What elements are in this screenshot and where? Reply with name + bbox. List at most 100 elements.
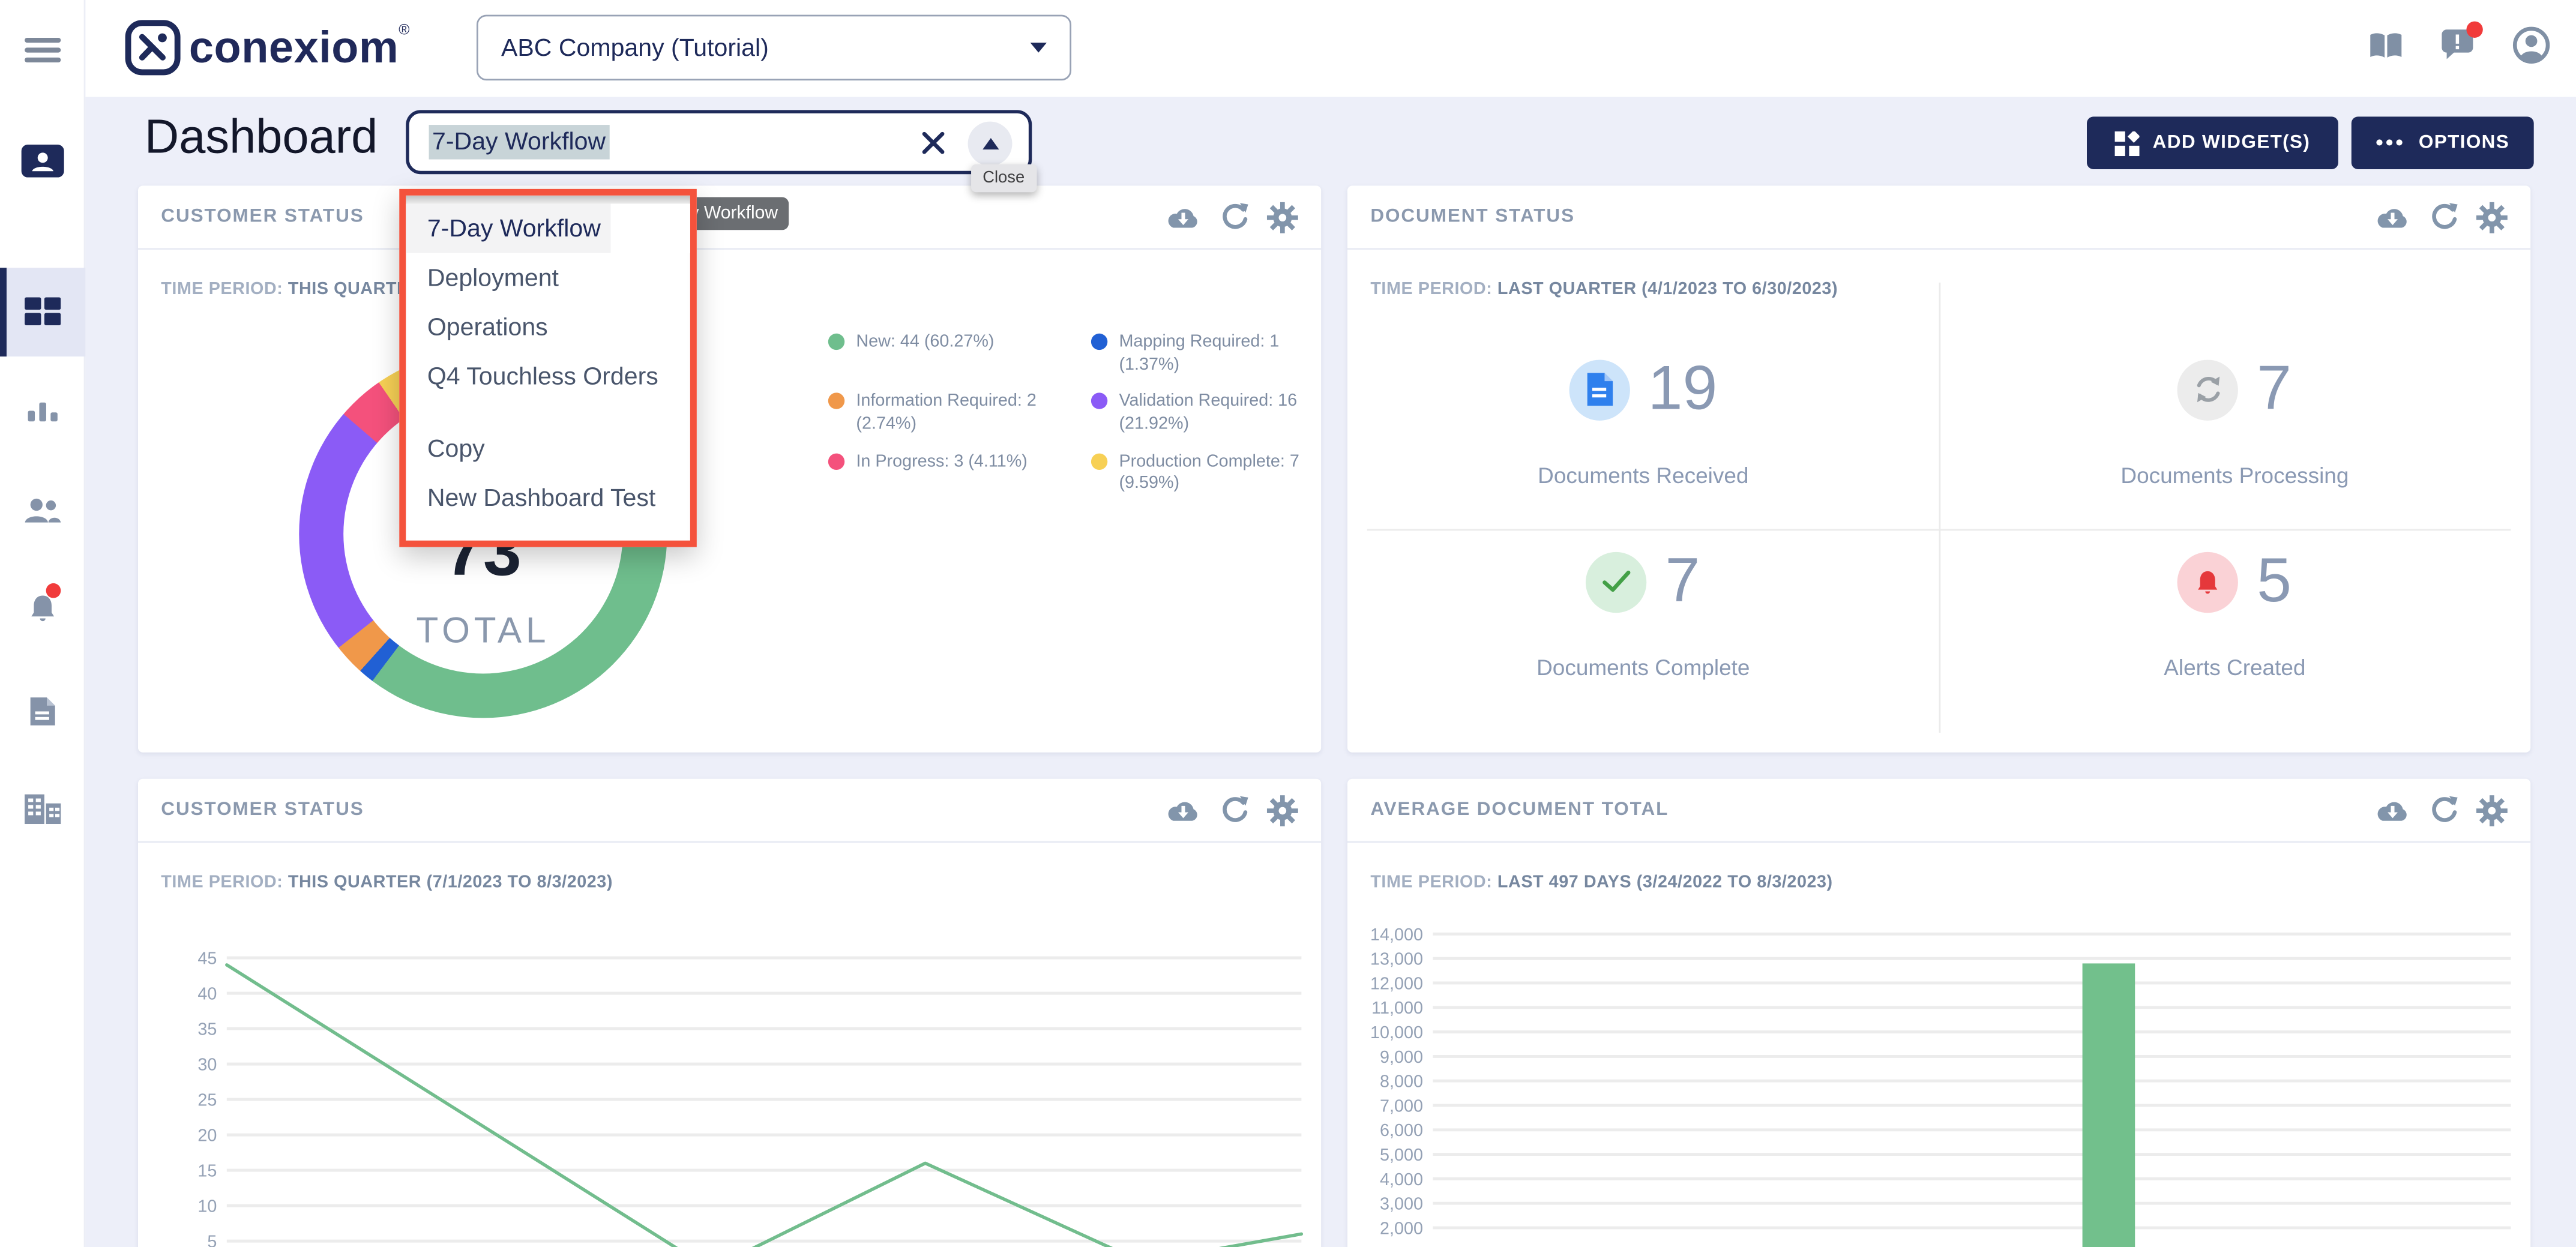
dashboard-icon: [25, 298, 61, 326]
menu-icon[interactable]: [25, 38, 61, 64]
clear-button[interactable]: [920, 130, 946, 164]
svg-text:11,000: 11,000: [1371, 999, 1423, 1018]
legend-dot: [1091, 393, 1107, 409]
chevron-up-icon: [982, 138, 998, 149]
widget-average-document-total: AVERAGE DOCUMENT TOTAL TIME PERIOD: LAST…: [1347, 779, 2530, 1247]
legend-dot: [828, 452, 844, 469]
conexiom-mark-icon: [125, 20, 181, 76]
building-icon: [23, 792, 62, 825]
close-icon: [920, 130, 946, 156]
bar-chart: 14,00013,00012,00011,00010,0009,0008,000…: [1347, 910, 2530, 1247]
legend-item: In Progress: 3 (4.11%): [828, 451, 1071, 496]
widget-customer-status-donut: CUSTOMER STATUS TIME PERIOD: THIS QUARTE…: [138, 185, 1321, 753]
menu-item[interactable]: Copy: [406, 424, 690, 473]
users-icon: [23, 498, 62, 524]
sidebar-item-dashboard[interactable]: [0, 298, 85, 326]
refresh-icon[interactable]: [1219, 795, 1248, 825]
company-selector-value: ABC Company (Tutorial): [501, 34, 769, 62]
check-icon: [1602, 570, 1631, 593]
menu-item[interactable]: 7-Day Workflow: [406, 203, 690, 253]
app-root: conexiom ® ABC Company (Tutorial) Dashbo…: [0, 0, 2576, 1247]
cloud-download-icon[interactable]: [2374, 203, 2410, 230]
brand-logo[interactable]: conexiom ®: [125, 20, 409, 76]
add-widgets-button[interactable]: ADD WIDGET(S): [2087, 116, 2338, 169]
svg-text:8,000: 8,000: [1380, 1072, 1423, 1092]
menu-item[interactable]: Q4 Touchless Orders: [406, 352, 690, 401]
add-widgets-label: ADD WIDGET(S): [2153, 133, 2311, 153]
line-chart: 45403530252015105: [138, 927, 1321, 1247]
ellipsis-icon: •••: [2376, 134, 2406, 151]
document-icon: [26, 697, 59, 726]
svg-text:4,000: 4,000: [1380, 1170, 1423, 1189]
legend-item: Validation Required: 16 (21.92%): [1091, 391, 1301, 436]
cloud-download-icon[interactable]: [1165, 797, 1201, 823]
refresh-icon[interactable]: [1219, 202, 1248, 232]
notification-badge: [46, 583, 61, 598]
widget-title: DOCUMENT STATUS: [1370, 207, 1575, 227]
widgets-icon: [2115, 131, 2140, 155]
sidebar-item-company[interactable]: [0, 792, 85, 825]
refresh-icon[interactable]: [2428, 202, 2458, 232]
close-tooltip: Close: [971, 164, 1036, 193]
feedback-button[interactable]: [2440, 28, 2476, 69]
svg-text:35: 35: [197, 1020, 217, 1039]
stat-documents-processing: 7 Documents Processing: [1939, 250, 2531, 529]
stat-documents-complete: 7 Documents Complete: [1347, 529, 1939, 753]
svg-text:9,000: 9,000: [1380, 1048, 1423, 1067]
stat-documents-received: 19 Documents Received: [1347, 250, 1939, 529]
gear-icon[interactable]: [1267, 795, 1298, 826]
options-button[interactable]: ••• OPTIONS: [2352, 116, 2534, 169]
svg-text:12,000: 12,000: [1370, 974, 1423, 993]
refresh-icon[interactable]: [2428, 795, 2458, 825]
time-period: TIME PERIOD: LAST 497 DAYS (3/24/2022 TO…: [1370, 873, 1832, 892]
sidebar-item-contacts[interactable]: [0, 145, 85, 178]
svg-text:20: 20: [197, 1126, 217, 1146]
menu-item[interactable]: New Dashboard Test: [406, 473, 690, 522]
gear-icon[interactable]: [2476, 201, 2508, 232]
legend-item: New: 44 (60.27%): [828, 332, 1071, 377]
svg-text:10: 10: [197, 1197, 217, 1216]
blue-document-icon: [1586, 373, 1614, 406]
svg-text:25: 25: [197, 1091, 217, 1110]
divider: [1367, 529, 2511, 531]
dashboard-selector-value: 7-Day Workflow: [429, 125, 609, 159]
legend-dot: [828, 334, 844, 350]
sidebar-item-analytics[interactable]: [0, 396, 85, 422]
menu-item[interactable]: Operations: [406, 302, 690, 352]
widget-title: CUSTOMER STATUS: [161, 800, 364, 820]
cloud-download-icon[interactable]: [2374, 797, 2410, 823]
donut-legend: New: 44 (60.27%) Mapping Required: 1 (1.…: [828, 332, 1301, 496]
donut-total-label: TOTAL: [343, 610, 622, 652]
sync-icon: [2192, 373, 2225, 406]
alert-bell-icon: [2194, 566, 2222, 597]
company-selector[interactable]: ABC Company (Tutorial): [477, 15, 1071, 81]
dashboard-selector-input[interactable]: 7-Day Workflow: [406, 110, 1032, 174]
svg-text:45: 45: [197, 949, 217, 969]
legend-item: Information Required: 2 (2.74%): [828, 391, 1071, 436]
sidebar-item-documents[interactable]: [0, 697, 85, 726]
svg-text:5,000: 5,000: [1380, 1146, 1423, 1165]
documentation-button[interactable]: [2368, 31, 2404, 67]
menu-item[interactable]: Deployment: [406, 253, 690, 302]
svg-text:40: 40: [197, 985, 217, 1004]
widget-title: AVERAGE DOCUMENT TOTAL: [1370, 800, 1669, 820]
svg-text:14,000: 14,000: [1370, 925, 1423, 945]
time-period: TIME PERIOD: THIS QUARTER (7/1/2023 TO 8…: [161, 873, 613, 892]
collapse-button[interactable]: [968, 122, 1013, 166]
chevron-down-icon: [1031, 43, 1047, 52]
registered-mark: ®: [399, 22, 409, 38]
book-icon: [2368, 31, 2404, 59]
svg-text:6,000: 6,000: [1380, 1121, 1423, 1140]
account-button[interactable]: [2512, 25, 2550, 71]
sidebar-item-customers[interactable]: [0, 498, 85, 524]
cloud-download-icon[interactable]: [1165, 203, 1201, 230]
account-icon: [2512, 25, 2550, 63]
sidebar-item-notifications[interactable]: [0, 593, 85, 622]
legend-dot: [1091, 452, 1107, 469]
dashboard-menu: 7-Day WorkflowDeploymentOperationsQ4 Tou…: [399, 189, 697, 547]
gear-icon[interactable]: [2476, 795, 2508, 826]
svg-text:10,000: 10,000: [1370, 1023, 1423, 1042]
gear-icon[interactable]: [1267, 201, 1298, 232]
divider: [1939, 283, 1941, 733]
svg-text:5: 5: [207, 1233, 217, 1247]
